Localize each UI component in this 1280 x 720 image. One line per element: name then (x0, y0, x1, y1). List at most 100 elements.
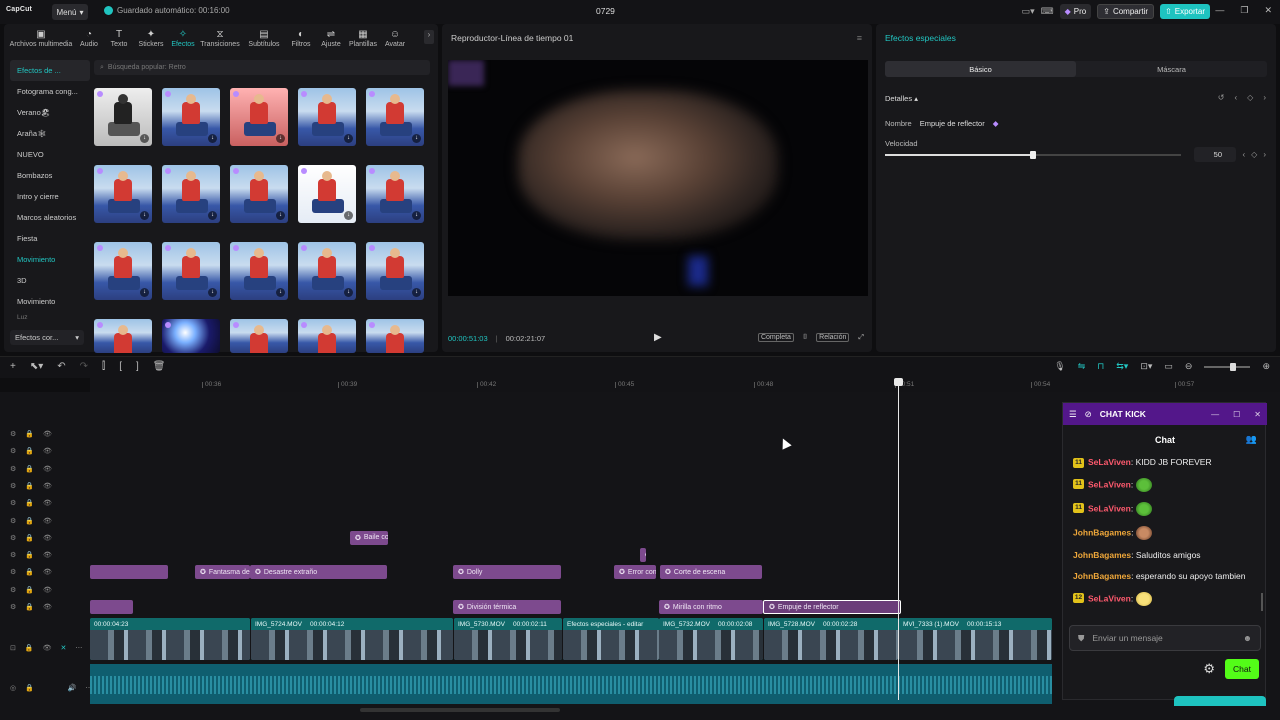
more-icon[interactable]: ⋯ (75, 644, 82, 652)
download-icon[interactable]: ↓ (208, 211, 217, 220)
eye-icon[interactable]: 👁 (43, 447, 52, 455)
effect-clip[interactable] (90, 600, 133, 614)
download-icon[interactable]: ↓ (140, 211, 149, 220)
effect-thumbnail[interactable] (94, 319, 152, 353)
effect-thumbnail[interactable]: ↓Mundo extraño (94, 88, 152, 146)
effect-thumbnail[interactable]: ↓Impres...rdecer (230, 165, 288, 223)
video-clip[interactable]: Efectos especiales - editar (563, 618, 659, 660)
effect-item[interactable]: ↓Atarde...ral 4x (298, 165, 358, 223)
tab-efectos[interactable]: ✧ Efectos (168, 26, 198, 48)
chat-username[interactable]: SeLaViven (1088, 593, 1131, 603)
category-item[interactable]: Marcos aleatorios (10, 207, 90, 228)
download-icon[interactable]: ↓ (412, 134, 421, 143)
effect-thumbnail[interactable]: ↓Oscilac...lástica (162, 165, 220, 223)
caption-icon[interactable]: ▭ (1164, 361, 1173, 372)
close-icon[interactable]: ✕ (1254, 410, 1261, 419)
effect-thumbnail[interactable]: ↓Volteo de látigo (366, 88, 424, 146)
timeline-scrollbar[interactable] (360, 708, 560, 712)
lock-icon[interactable]: 🔒 (25, 644, 34, 652)
timeline-ruler[interactable]: 00:36 00:39 00:42 00:45 00:48 00:51 00:54 00:57 (90, 378, 1280, 392)
microphone-icon[interactable]: 🎙 (1054, 361, 1065, 372)
lock-icon[interactable]: 🔒 (25, 603, 34, 611)
lock-icon[interactable]: 🔒 (25, 586, 34, 594)
chat-username[interactable]: SeLaViven (1088, 503, 1131, 513)
download-icon[interactable]: ↓ (140, 134, 149, 143)
split-icon[interactable]: ⫿ (102, 361, 105, 372)
effect-clip[interactable]: ✪ (640, 548, 646, 563)
eye-icon[interactable]: 👁 (43, 568, 52, 576)
minimize-icon[interactable]: — (1211, 410, 1219, 419)
layout-icon[interactable]: ▭▾ (1022, 6, 1035, 17)
download-icon[interactable]: ↓ (208, 134, 217, 143)
trim-left-icon[interactable]: [ (119, 361, 122, 372)
effect-clip[interactable]: ✪ Error con (614, 565, 656, 580)
snapshot-icon[interactable]: ⌷ (803, 334, 807, 342)
lock-icon[interactable]: 🔒 (25, 568, 34, 576)
effect-thumbnail[interactable]: ↓Lente... zoom (366, 242, 424, 300)
chat-input[interactable]: ⛊ Enviar un mensaje ☻ (1069, 625, 1261, 651)
chat-username[interactable]: SeLaViven (1088, 457, 1131, 467)
category-item[interactable]: Bombazos (10, 165, 90, 186)
tab-archivos-multimedia[interactable]: ▣ Archivos multimedia (8, 26, 74, 48)
video-clip[interactable]: MVI_7333 (1).MOV 00:00:15:13 (899, 618, 1052, 660)
effect-item[interactable]: ↓Volteo de látigo (366, 88, 426, 146)
effect-thumbnail[interactable]: ↓Latido (366, 165, 424, 223)
video-preview[interactable] (448, 60, 868, 296)
audio-wave-icon[interactable]: ◎ (10, 684, 16, 692)
shortcut-icon[interactable]: ⌨ (1041, 6, 1054, 17)
download-icon[interactable]: ↓ (344, 288, 353, 297)
eye-icon[interactable]: 👁 (43, 517, 52, 525)
download-icon[interactable]: ↓ (276, 211, 285, 220)
magnet-icon[interactable]: ⊓ (1097, 361, 1104, 372)
effect-clip[interactable]: ✪ Baile co (350, 530, 388, 545)
effects-search[interactable]: ⌕ Búsqueda popular: Retro (94, 60, 430, 75)
eye-icon[interactable]: 👁 (43, 482, 52, 490)
category-dropdown[interactable]: Efectos cor... ▾ (10, 330, 84, 345)
effect-track-icon[interactable]: ⚙ (10, 465, 16, 473)
close-icon[interactable]: ✕ (1264, 5, 1272, 16)
tab-basic[interactable]: Básico (885, 61, 1076, 77)
effect-thumbnail[interactable]: ↓Mini zoom (94, 242, 152, 300)
keyframe-prev-icon[interactable]: ‹ (1235, 93, 1238, 102)
category-item[interactable]: Intro y cierre (10, 186, 90, 207)
effect-item[interactable]: ↓Mundo extraño (94, 88, 154, 146)
category-item[interactable]: NUEVO (10, 144, 90, 165)
effect-thumbnail[interactable]: ↓Pintura... fútbol (298, 242, 356, 300)
speed-input[interactable]: 50 (1194, 147, 1236, 162)
chat-scrollbar[interactable] (1261, 593, 1263, 611)
zoom-slider[interactable] (1204, 362, 1251, 371)
link-icon[interactable]: ⇋ (1078, 361, 1086, 372)
effect-item[interactable] (94, 319, 154, 353)
effect-thumbnail[interactable] (230, 319, 288, 353)
lock-icon[interactable]: 🔒 (25, 430, 34, 438)
effect-item[interactable]: ↓Latido (366, 165, 426, 223)
video-clip[interactable]: IMG_5724.MOV 00:00:04:12 (251, 618, 453, 660)
tab-subtítulos[interactable]: ▤ Subtítulos (242, 26, 286, 48)
chat-send-button[interactable]: Chat (1225, 659, 1259, 679)
tabs-next-icon[interactable]: › (424, 30, 434, 44)
share-button[interactable]: ⇪ Compartir (1097, 4, 1155, 19)
effect-clip[interactable]: ✪ Dolly (453, 565, 561, 580)
menu-button[interactable]: Menú ▾ (52, 4, 88, 20)
category-item[interactable]: Movimiento (10, 249, 90, 270)
effect-track-icon[interactable]: ⚙ (10, 430, 16, 438)
effect-track-icon[interactable]: ⚙ (10, 499, 16, 507)
tab-avatar[interactable]: ☺ Avatar (380, 26, 410, 48)
redo-icon[interactable]: ↷ (80, 361, 88, 372)
tab-filtros[interactable]: ◐ Filtros (286, 26, 316, 48)
tab-transiciones[interactable]: ⧖ Transiciones (198, 26, 242, 48)
undo-icon[interactable]: ↶ (57, 361, 65, 372)
download-icon[interactable]: ↓ (276, 288, 285, 297)
effect-item[interactable]: ↓Pintura... fútbol (298, 242, 358, 300)
lock-icon[interactable]: 🔒 (25, 551, 34, 559)
effect-thumbnail[interactable]: ↓Corte estático (162, 88, 220, 146)
lock-icon[interactable]: 🔒 (25, 684, 34, 692)
keyframe-icon[interactable]: ◇ (1251, 150, 1257, 159)
eye-icon[interactable]: 👁 (43, 430, 52, 438)
playhead-handle[interactable] (894, 378, 903, 386)
effect-item[interactable]: ↓Corte estático (162, 88, 222, 146)
effect-thumbnail[interactable]: ↓Ritmo brillante (298, 88, 356, 146)
effect-thumbnail[interactable]: ↓Suave (230, 242, 288, 300)
effect-item[interactable] (230, 319, 290, 353)
category-item[interactable]: Fiesta (10, 228, 90, 249)
